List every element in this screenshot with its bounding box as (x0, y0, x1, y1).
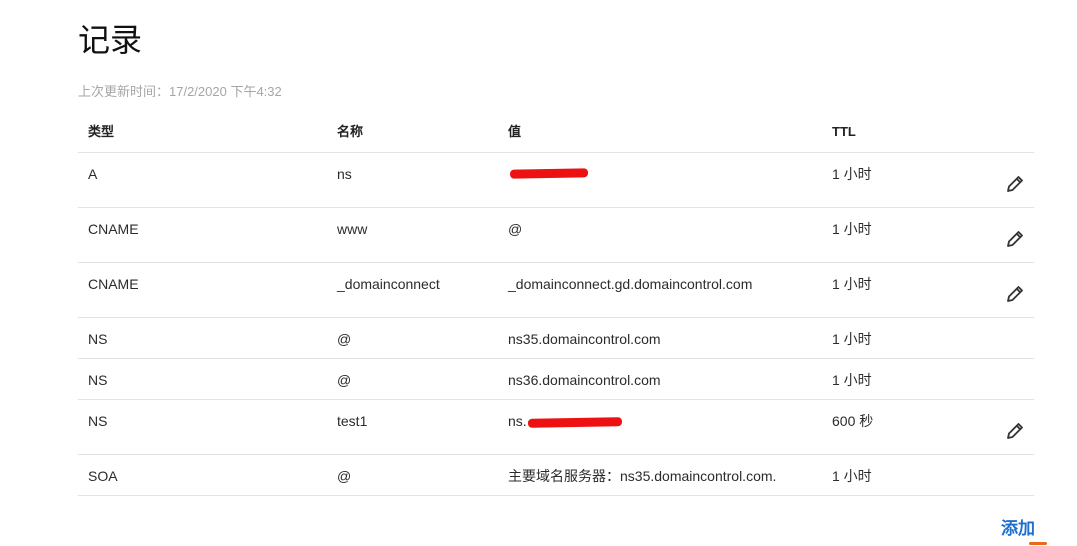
page-title: 记录 (78, 22, 143, 58)
redaction-mark (509, 168, 589, 179)
record-ttl: 1 小时 (832, 468, 872, 484)
table-row: CNAME _domainconnect _domainconnect.gd.d… (78, 263, 1034, 318)
record-value-text: ns. (508, 413, 527, 429)
record-type: SOA (88, 468, 118, 484)
record-type: CNAME (88, 221, 139, 237)
corner-accent (1029, 542, 1047, 545)
table-header: 类型 名称 值 TTL (78, 112, 1034, 153)
record-type: A (88, 166, 98, 182)
table-row: NS @ ns35.domaincontrol.com 1 小时 (78, 318, 1034, 359)
record-value: ns35.domaincontrol.com (508, 331, 661, 347)
record-type: CNAME (88, 276, 139, 292)
pencil-icon[interactable] (1004, 283, 1026, 305)
table-row: CNAME www @ 1 小时 (78, 208, 1034, 263)
table-row: SOA @ 主要域名服务器：ns35.domaincontrol.com. 1 … (78, 455, 1034, 496)
record-ttl: 1 小时 (832, 372, 872, 388)
header-value: 值 (508, 124, 522, 139)
record-name: @ (337, 372, 352, 388)
table-row: NS @ ns36.domaincontrol.com 1 小时 (78, 359, 1034, 400)
record-value: @ (508, 221, 523, 237)
header-name: 名称 (337, 124, 364, 139)
record-name: test1 (337, 413, 368, 429)
pencil-icon[interactable] (1004, 173, 1026, 195)
record-name: ns (337, 166, 352, 182)
records-table: 类型 名称 值 TTL A ns 1 小时 CNAME www @ 1 小时 C… (78, 112, 1034, 496)
header-type: 类型 (88, 124, 115, 139)
record-ttl: 600 秒 (832, 413, 874, 429)
record-ttl: 1 小时 (832, 331, 872, 347)
add-record-button[interactable]: 添加 (1001, 519, 1035, 539)
dns-records-page: 记录 上次更新时间：17/2/2020 下午4:32 类型 名称 值 TTL A… (0, 0, 1077, 546)
record-type: NS (88, 372, 108, 388)
record-value: _domainconnect.gd.domaincontrol.com (508, 276, 753, 292)
last-updated-text: 上次更新时间：17/2/2020 下午4:32 (78, 84, 282, 99)
record-ttl: 1 小时 (832, 166, 872, 182)
table-row: A ns 1 小时 (78, 153, 1034, 208)
record-ttl: 1 小时 (832, 276, 872, 292)
record-ttl: 1 小时 (832, 221, 872, 237)
record-value (508, 153, 832, 179)
header-ttl: TTL (832, 124, 856, 139)
record-value: ns36.domaincontrol.com (508, 372, 661, 388)
record-name: @ (337, 468, 352, 484)
record-name: www (337, 221, 368, 237)
record-value: 主要域名服务器：ns35.domaincontrol.com. (508, 468, 777, 484)
record-type: NS (88, 413, 108, 429)
record-type: NS (88, 331, 108, 347)
table-row: NS test1 ns. 600 秒 (78, 400, 1034, 455)
pencil-icon[interactable] (1004, 420, 1026, 442)
record-name: @ (337, 331, 352, 347)
pencil-icon[interactable] (1004, 228, 1026, 250)
record-name: _domainconnect (337, 276, 440, 292)
record-value: ns. (508, 400, 832, 430)
redaction-mark (527, 417, 623, 428)
